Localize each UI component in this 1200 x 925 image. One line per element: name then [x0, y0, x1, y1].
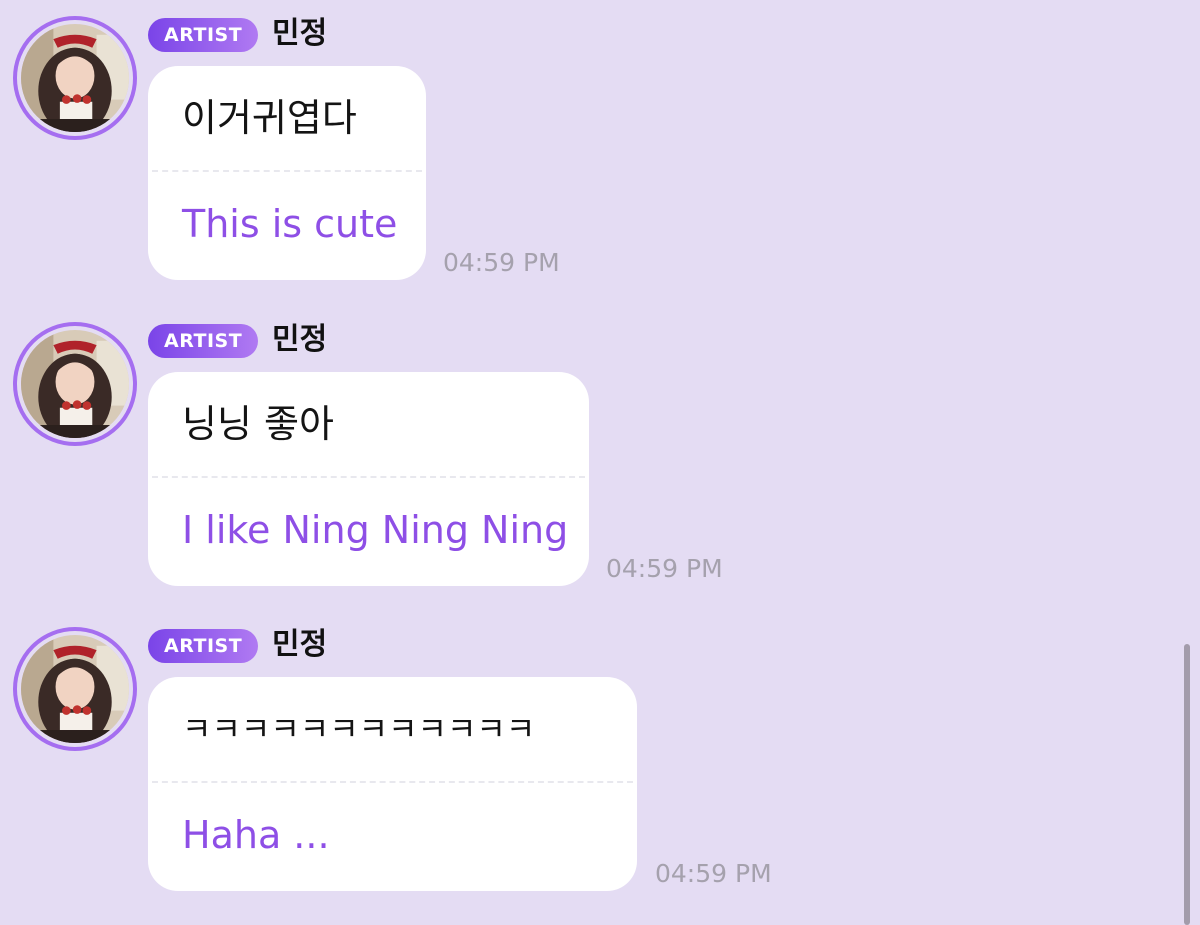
- message-bubble[interactable]: 이거귀엽다 This is cute: [148, 66, 426, 280]
- sender-name: 민정: [272, 627, 328, 662]
- sender-name: 민정: [272, 16, 328, 51]
- timestamp: 04:59 PM: [655, 859, 772, 888]
- profile-photo: [21, 24, 129, 132]
- artist-badge: ARTIST: [148, 18, 259, 52]
- original-text: 이거귀엽다: [182, 96, 357, 140]
- original-text: 닝닝 좋아: [182, 402, 334, 446]
- translated-text: I like Ning Ning Ning: [182, 508, 569, 552]
- avatar[interactable]: [13, 627, 137, 751]
- profile-photo: [21, 635, 129, 743]
- chat-message: ARTIST 민정 ㅋㅋㅋㅋㅋㅋㅋㅋㅋㅋㅋㅋ Haha ... 04:59 PM: [0, 611, 1200, 901]
- avatar[interactable]: [13, 16, 137, 140]
- message-bubble[interactable]: ㅋㅋㅋㅋㅋㅋㅋㅋㅋㅋㅋㅋ Haha ...: [148, 677, 637, 891]
- artist-badge: ARTIST: [148, 324, 259, 358]
- timestamp: 04:59 PM: [443, 248, 560, 277]
- translated-text: Haha ...: [182, 813, 330, 857]
- message-bubble[interactable]: 닝닝 좋아 I like Ning Ning Ning: [148, 372, 589, 586]
- sender-name: 민정: [272, 322, 328, 357]
- chat-message: ARTIST 민정 닝닝 좋아 I like Ning Ning Ning 04…: [0, 306, 1200, 596]
- scrollbar[interactable]: [1184, 644, 1190, 925]
- timestamp: 04:59 PM: [606, 554, 723, 583]
- artist-badge: ARTIST: [148, 629, 259, 663]
- avatar[interactable]: [13, 322, 137, 446]
- chat-message: ARTIST 민정 이거귀엽다 This is cute 04:59 PM: [0, 0, 1200, 290]
- translated-text: This is cute: [182, 202, 398, 246]
- profile-photo: [21, 330, 129, 438]
- original-text: ㅋㅋㅋㅋㅋㅋㅋㅋㅋㅋㅋㅋ: [182, 710, 536, 748]
